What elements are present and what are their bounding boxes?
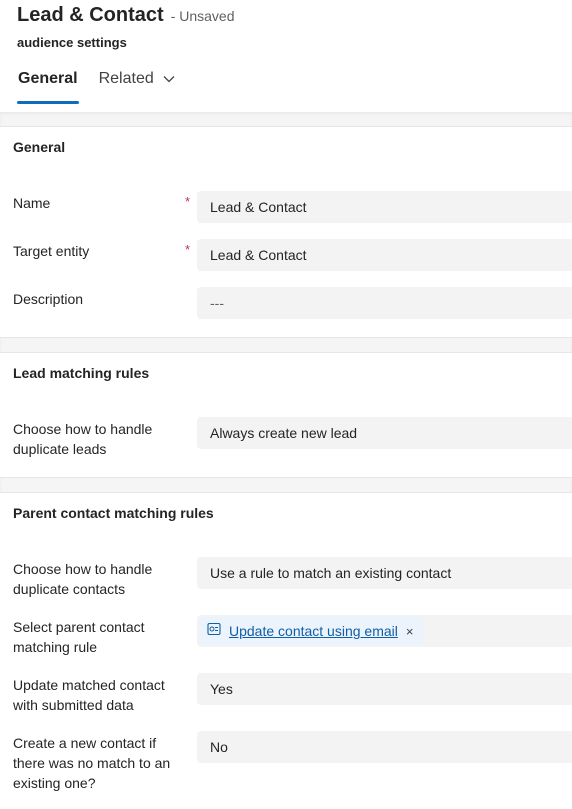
form-header: Lead & Contact - Unsaved audience settin… <box>0 0 572 112</box>
section-general: General Name * Lead & Contact Target ent… <box>0 126 572 338</box>
section-lead-matching: Lead matching rules Choose how to handle… <box>0 352 572 478</box>
save-status: - Unsaved <box>170 8 235 24</box>
target-entity-label: Target entity <box>13 243 90 259</box>
matching-rule-label: Select parent contact matching rule <box>13 617 145 657</box>
tab-list: General Related <box>17 70 175 104</box>
record-icon <box>207 622 221 641</box>
lookup-chip: Update contact using email × <box>199 617 423 645</box>
tab-related-label: Related <box>98 70 154 87</box>
remove-icon[interactable]: × <box>406 624 414 639</box>
required-indicator: * <box>185 242 191 257</box>
title-row: Lead & Contact - Unsaved <box>17 4 235 27</box>
target-entity-field[interactable]: Lead & Contact <box>197 239 572 271</box>
name-label: Name <box>13 195 51 211</box>
label-line: Select parent contact <box>13 619 145 635</box>
label-line: with submitted data <box>13 697 134 713</box>
update-matched-label: Update matched contact with submitted da… <box>13 675 165 715</box>
page-title: Lead & Contact <box>17 4 164 26</box>
chevron-down-icon <box>163 70 175 88</box>
tab-general[interactable]: General <box>17 70 79 104</box>
create-new-contact-label: Create a new contact if there was no mat… <box>13 733 170 793</box>
matching-rule-lookup[interactable]: Update contact using email × <box>197 615 572 647</box>
description-field[interactable]: --- <box>197 287 572 319</box>
duplicate-contacts-label: Choose how to handle duplicate contacts <box>13 559 152 599</box>
label-line: Create a new contact if <box>13 735 157 751</box>
create-new-contact-toggle[interactable]: No <box>197 731 572 763</box>
duplicate-leads-select[interactable]: Always create new lead <box>197 417 572 449</box>
tab-related[interactable]: Related <box>99 70 175 88</box>
entity-subtitle: audience settings <box>17 35 127 50</box>
section-title: General <box>13 139 66 155</box>
tab-selected-indicator <box>17 101 79 104</box>
label-line: matching rule <box>13 639 98 655</box>
section-title: Parent contact matching rules <box>13 505 214 521</box>
section-parent-contact-matching: Parent contact matching rules Choose how… <box>0 492 572 809</box>
tab-general-label: General <box>18 70 78 87</box>
section-title: Lead matching rules <box>13 365 150 381</box>
required-indicator: * <box>185 194 191 209</box>
duplicate-contacts-select[interactable]: Use a rule to match an existing contact <box>197 557 572 589</box>
name-field[interactable]: Lead & Contact <box>197 191 572 223</box>
label-line: Choose how to handle <box>13 561 153 577</box>
duplicate-leads-label: Choose how to handle duplicate leads <box>13 419 152 459</box>
label-line: existing one? <box>13 775 96 791</box>
label-line: Choose how to handle <box>13 421 153 437</box>
description-label: Description <box>13 291 84 307</box>
update-matched-toggle[interactable]: Yes <box>197 673 572 705</box>
matching-rule-link[interactable]: Update contact using email <box>229 623 398 639</box>
label-line: duplicate contacts <box>13 581 126 597</box>
label-line: duplicate leads <box>13 441 107 457</box>
label-line: there was no match to an <box>13 755 171 771</box>
label-line: Update matched contact <box>13 677 165 693</box>
